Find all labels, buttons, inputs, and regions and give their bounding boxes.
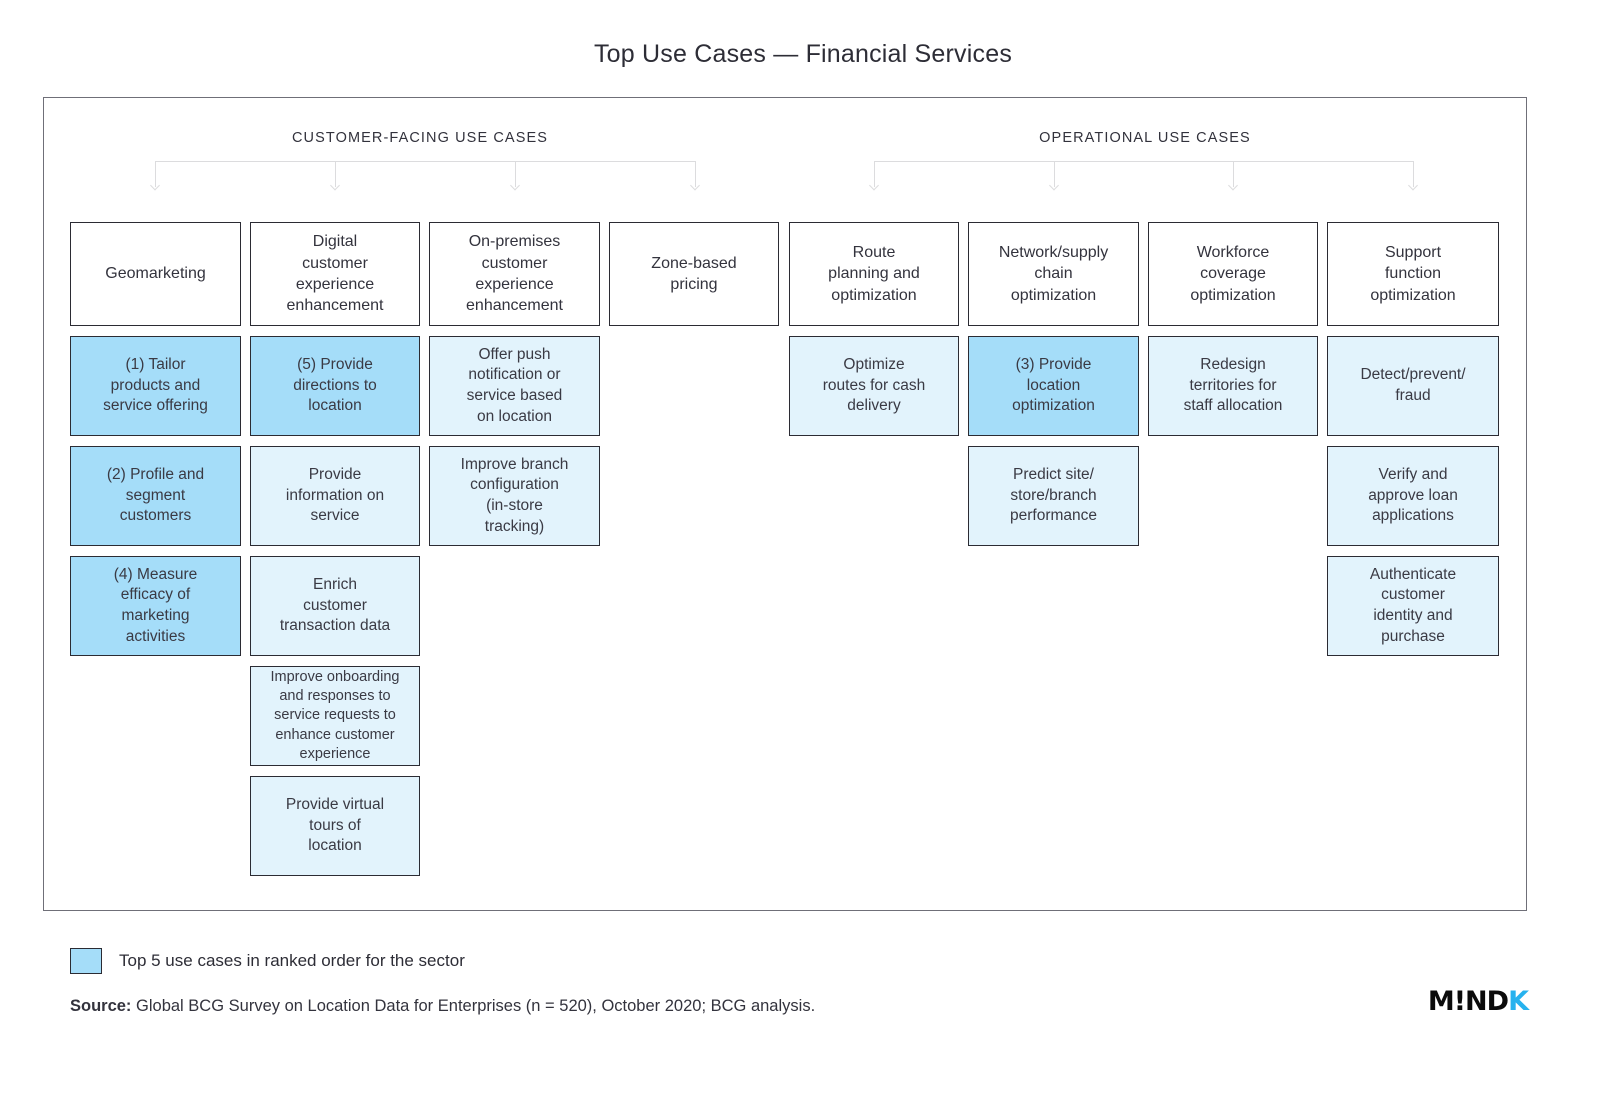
logo-name: M!ND	[1427, 986, 1509, 1017]
use-case-box[interactable]: Optimize routes for cash delivery	[789, 336, 959, 436]
use-case-box-ranked[interactable]: (5) Provide directions to location	[250, 336, 420, 436]
use-case-box[interactable]: Enrich customer transaction data	[250, 556, 420, 656]
use-case-box[interactable]: Improve onboarding and responses to serv…	[250, 666, 420, 766]
column-header-box[interactable]: Digital customer experience enhancement	[250, 222, 420, 326]
column-header-box[interactable]: Network/supply chain optimization	[968, 222, 1139, 326]
use-case-box[interactable]: Redesign territories for staff allocatio…	[1148, 336, 1318, 436]
bracket-customer-facing	[150, 161, 700, 193]
bracket-arrow-icon	[510, 180, 520, 191]
column-header-box[interactable]: On-premises customer experience enhancem…	[429, 222, 600, 326]
legend: Top 5 use cases in ranked order for the …	[70, 948, 465, 974]
legend-label: Top 5 use cases in ranked order for the …	[119, 951, 465, 970]
column-header-box[interactable]: Route planning and optimization	[789, 222, 959, 326]
source-text: Global BCG Survey on Location Data for E…	[131, 997, 816, 1015]
bracket-arrow-icon	[330, 180, 340, 191]
use-case-column: Support function optimization Detect/prev…	[1327, 222, 1499, 666]
use-case-box[interactable]: Provide information on service	[250, 446, 420, 546]
use-case-column: On-premises customer experience enhancem…	[429, 222, 600, 556]
page-title: Top Use Cases — Financial Services	[593, 40, 1013, 68]
use-case-column: Digital customer experience enhancement(…	[250, 222, 420, 886]
use-case-box[interactable]: Provide virtual tours of location	[250, 776, 420, 876]
use-case-box[interactable]: Improve branch configuration (in-store t…	[429, 446, 600, 546]
legend-swatch-top5	[70, 948, 102, 974]
use-case-box-ranked[interactable]: (1) Tailor products and service offering	[70, 336, 241, 436]
source-note: Source: Global BCG Survey on Location Da…	[70, 997, 815, 1016]
use-case-column: Geomarketing (1) Tailor products and serv…	[70, 222, 241, 666]
use-case-box[interactable]: Authenticate customer identity and purch…	[1327, 556, 1499, 656]
use-case-box[interactable]: Offer push notification or service based…	[429, 336, 600, 436]
bracket-line	[874, 161, 1414, 162]
use-case-column: Route planning and optimization Optimize …	[789, 222, 959, 446]
group-header-customer-facing: CUSTOMER-FACING USE CASES	[291, 130, 549, 146]
logo-accent-letter: K	[1508, 986, 1529, 1017]
use-case-column: Network/supply chain optimization (3) Pro…	[968, 222, 1139, 556]
column-header-box[interactable]: Zone-based pricing	[609, 222, 779, 326]
bracket-operational	[869, 161, 1418, 193]
group-header-operational: OPERATIONAL USE CASES	[1039, 130, 1251, 146]
column-header-box[interactable]: Workforce coverage optimization	[1148, 222, 1318, 326]
bracket-line	[155, 161, 696, 162]
use-case-box-ranked[interactable]: (3) Provide location optimization	[968, 336, 1139, 436]
use-case-column: Workforce coverage optimization Redesign …	[1148, 222, 1318, 446]
use-case-box-ranked[interactable]: (4) Measure efficacy of marketing activi…	[70, 556, 241, 656]
column-header-box[interactable]: Geomarketing	[70, 222, 241, 326]
use-case-box-ranked[interactable]: (2) Profile and segment customers	[70, 446, 241, 546]
use-case-box[interactable]: Detect/prevent/ fraud	[1327, 336, 1499, 436]
bracket-arrow-icon	[1049, 180, 1059, 191]
mindk-logo: M!ND K	[1427, 986, 1529, 1017]
bracket-arrow-icon	[1228, 180, 1238, 191]
use-case-box[interactable]: Verify and approve loan applications	[1327, 446, 1499, 546]
use-case-box[interactable]: Predict site/ store/branch performance	[968, 446, 1139, 546]
source-label: Source:	[70, 997, 132, 1015]
column-header-box[interactable]: Support function optimization	[1327, 222, 1499, 326]
use-case-column: Zone-based pricing	[609, 222, 779, 336]
